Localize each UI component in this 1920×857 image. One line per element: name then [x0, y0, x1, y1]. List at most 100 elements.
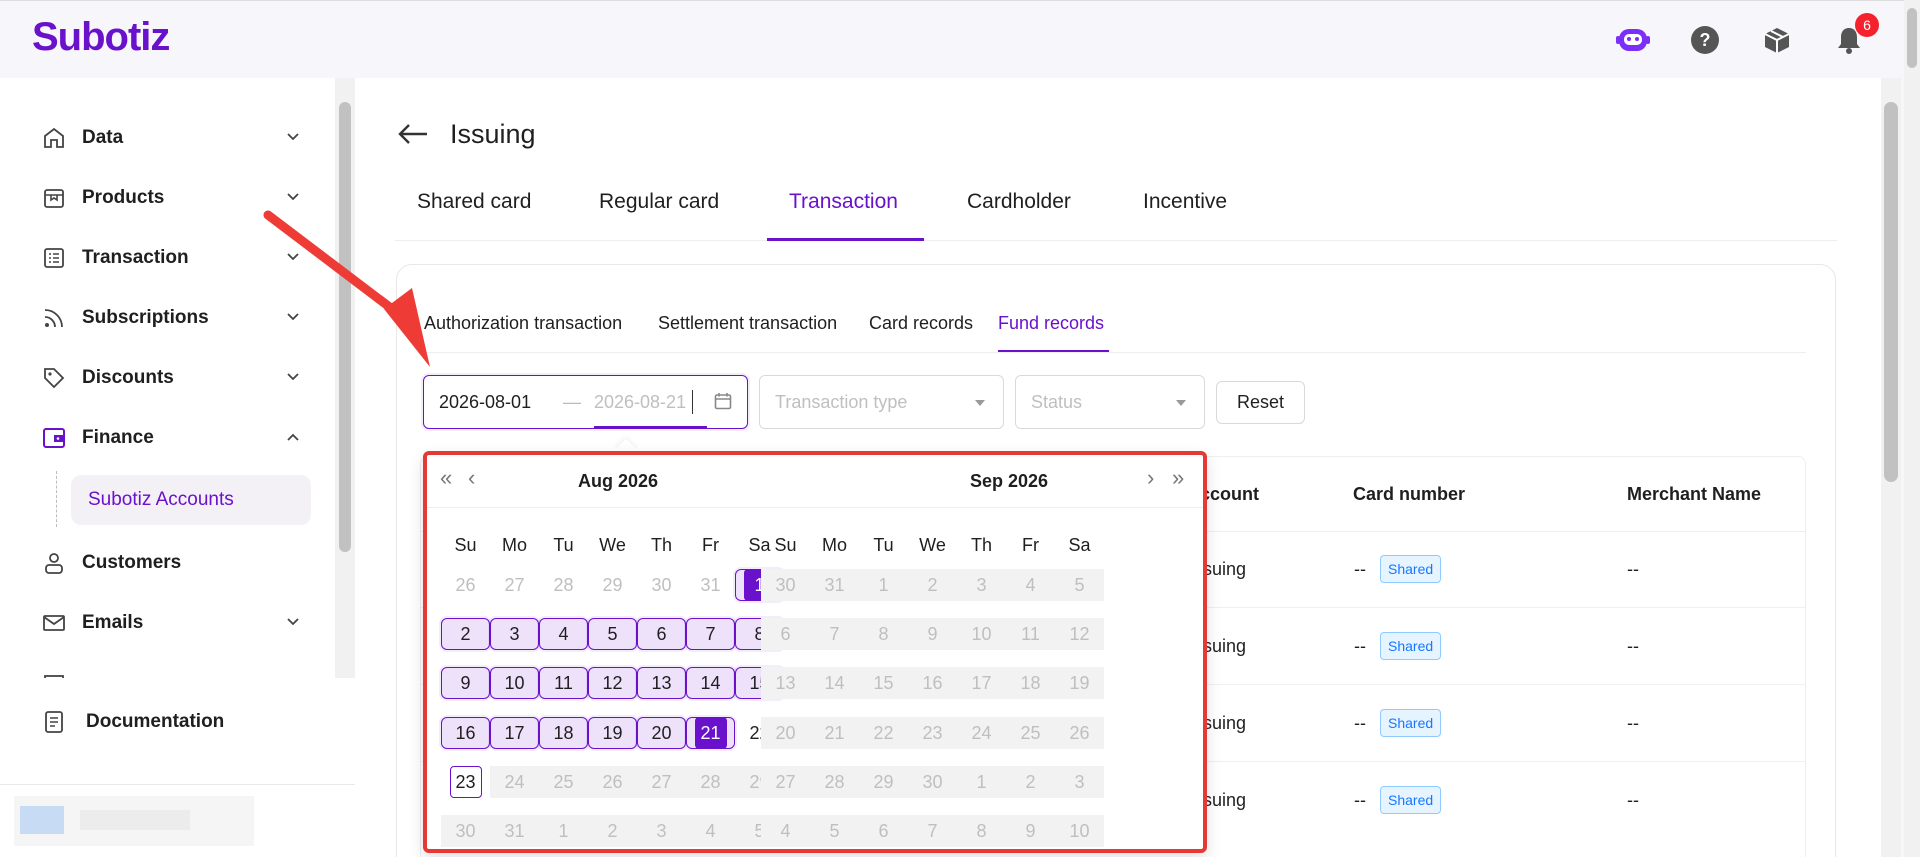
sidebar-scrollbar-thumb[interactable]: [339, 102, 351, 552]
sidebar-item-emails[interactable]: Emails: [40, 603, 300, 643]
prev-month-icon[interactable]: ‹: [468, 465, 475, 491]
calendar-day[interactable]: 23: [908, 717, 957, 749]
calendar-day[interactable]: 31: [490, 815, 539, 847]
status-select[interactable]: Status: [1015, 375, 1205, 429]
calendar-day[interactable]: 2: [1006, 766, 1055, 798]
date-range-picker[interactable]: 2026-08-01 — 2026-08-21: [423, 375, 748, 429]
calendar-day[interactable]: 30: [908, 766, 957, 798]
calendar-day[interactable]: 14: [686, 667, 735, 699]
main-scrollbar-thumb[interactable]: [1884, 102, 1898, 482]
sidebar-item-customers[interactable]: Customers: [40, 543, 300, 583]
reset-button[interactable]: Reset: [1216, 381, 1305, 424]
calendar-day[interactable]: 18: [539, 717, 588, 749]
calendar-day[interactable]: 10: [957, 618, 1006, 650]
tab-regular-card[interactable]: Regular card: [599, 190, 719, 214]
subtab-authorization-transaction[interactable]: Authorization transaction: [424, 313, 622, 334]
sidebar-subitem-subotiz-accounts[interactable]: Subotiz Accounts: [71, 475, 311, 525]
back-arrow-icon[interactable]: [397, 122, 429, 151]
calendar-day[interactable]: 8: [957, 815, 1006, 847]
sidebar-item-partial[interactable]: [40, 663, 300, 678]
calendar-day[interactable]: 3: [1055, 766, 1104, 798]
calendar-day[interactable]: 4: [539, 618, 588, 650]
sidebar-item-products[interactable]: Products: [40, 178, 300, 218]
calendar-day[interactable]: 29: [588, 569, 637, 601]
calendar-day[interactable]: 7: [908, 815, 957, 847]
calendar-day[interactable]: 23: [441, 766, 490, 798]
help-icon[interactable]: ?: [1688, 23, 1722, 57]
calendar-day[interactable]: 2: [908, 569, 957, 601]
calendar-day[interactable]: 4: [1006, 569, 1055, 601]
calendar-day[interactable]: 7: [686, 618, 735, 650]
date-range-end[interactable]: 2026-08-21: [594, 392, 686, 413]
calendar-day[interactable]: 30: [637, 569, 686, 601]
calendar-day[interactable]: 26: [1055, 717, 1104, 749]
calendar-day[interactable]: 12: [1055, 618, 1104, 650]
calendar-day[interactable]: 20: [637, 717, 686, 749]
calendar-day[interactable]: 26: [588, 766, 637, 798]
calendar-day[interactable]: 11: [539, 667, 588, 699]
window-scrollbar[interactable]: [1904, 0, 1920, 857]
next-month-icon[interactable]: ›: [1147, 465, 1154, 491]
calendar-day[interactable]: 30: [441, 815, 490, 847]
calendar-day[interactable]: 1: [859, 569, 908, 601]
calendar-day[interactable]: 28: [539, 569, 588, 601]
sidebar-item-subscriptions[interactable]: Subscriptions: [40, 298, 300, 338]
sidebar-item-discounts[interactable]: Discounts: [40, 358, 300, 398]
calendar-day[interactable]: 4: [686, 815, 735, 847]
calendar-day[interactable]: 13: [761, 667, 810, 699]
calendar-day[interactable]: 9: [908, 618, 957, 650]
calendar-day[interactable]: 27: [637, 766, 686, 798]
calendar-day[interactable]: 6: [859, 815, 908, 847]
calendar-day[interactable]: 21: [686, 717, 735, 749]
calendar-day[interactable]: 1: [539, 815, 588, 847]
sidebar-item-finance[interactable]: Finance: [40, 418, 300, 458]
logo[interactable]: Subotiz: [32, 15, 170, 60]
tab-shared-card[interactable]: Shared card: [417, 190, 531, 214]
sidebar-item-data[interactable]: Data: [40, 118, 300, 158]
calendar-day[interactable]: 6: [761, 618, 810, 650]
calendar-day[interactable]: 19: [1055, 667, 1104, 699]
calendar-day[interactable]: 20: [761, 717, 810, 749]
window-scrollbar-thumb[interactable]: [1907, 8, 1917, 68]
calendar-day[interactable]: 2: [588, 815, 637, 847]
calendar-day[interactable]: 12: [588, 667, 637, 699]
calendar-day[interactable]: 26: [441, 569, 490, 601]
prev-year-icon[interactable]: «: [440, 465, 452, 491]
calendar-day[interactable]: 5: [810, 815, 859, 847]
next-year-icon[interactable]: »: [1172, 465, 1184, 491]
tab-transaction[interactable]: Transaction: [789, 190, 898, 214]
calendar-day[interactable]: 3: [957, 569, 1006, 601]
calendar-day[interactable]: 28: [810, 766, 859, 798]
calendar-icon[interactable]: [714, 392, 732, 415]
subtab-settlement-transaction[interactable]: Settlement transaction: [658, 313, 837, 334]
calendar-day[interactable]: 10: [490, 667, 539, 699]
date-range-start[interactable]: 2026-08-01: [439, 392, 531, 413]
tab-cardholder[interactable]: Cardholder: [967, 190, 1071, 214]
sidebar-item-transaction[interactable]: Transaction: [40, 238, 300, 278]
left-month-title[interactable]: Aug 2026: [578, 471, 658, 492]
sidebar-item-documentation[interactable]: Documentation: [40, 708, 224, 736]
calendar-day[interactable]: 8: [859, 618, 908, 650]
calendar-day[interactable]: 6: [637, 618, 686, 650]
calendar-day[interactable]: 16: [441, 717, 490, 749]
user-profile[interactable]: [14, 796, 254, 846]
package-icon[interactable]: [1760, 23, 1794, 57]
calendar-day[interactable]: 27: [761, 766, 810, 798]
calendar-day[interactable]: 28: [686, 766, 735, 798]
calendar-day[interactable]: 14: [810, 667, 859, 699]
calendar-day[interactable]: 3: [490, 618, 539, 650]
calendar-day[interactable]: 3: [637, 815, 686, 847]
right-month-title[interactable]: Sep 2026: [970, 471, 1048, 492]
subtab-fund-records[interactable]: Fund records: [998, 313, 1104, 334]
calendar-day[interactable]: 16: [908, 667, 957, 699]
calendar-day[interactable]: 24: [490, 766, 539, 798]
calendar-day[interactable]: 24: [957, 717, 1006, 749]
calendar-day[interactable]: 22: [859, 717, 908, 749]
calendar-day[interactable]: 30: [761, 569, 810, 601]
calendar-day[interactable]: 10: [1055, 815, 1104, 847]
calendar-day[interactable]: 9: [1006, 815, 1055, 847]
calendar-day[interactable]: 27: [490, 569, 539, 601]
transaction-type-select[interactable]: Transaction type: [759, 375, 1004, 429]
calendar-day[interactable]: 17: [490, 717, 539, 749]
calendar-day[interactable]: 29: [859, 766, 908, 798]
